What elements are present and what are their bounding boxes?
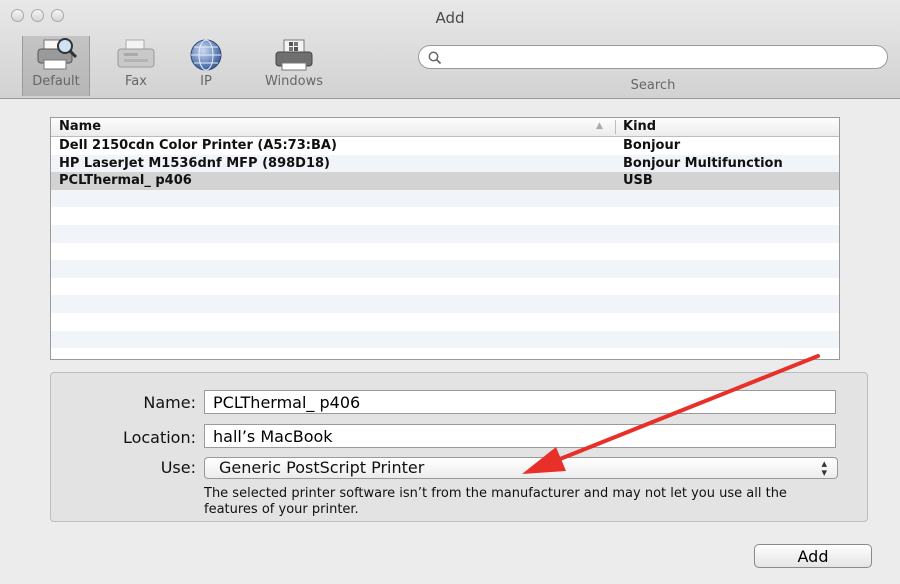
- add-printer-window: Add Default Fax IP Windows Search Name ▲…: [0, 0, 900, 584]
- annotation-arrow-icon: [522, 354, 820, 474]
